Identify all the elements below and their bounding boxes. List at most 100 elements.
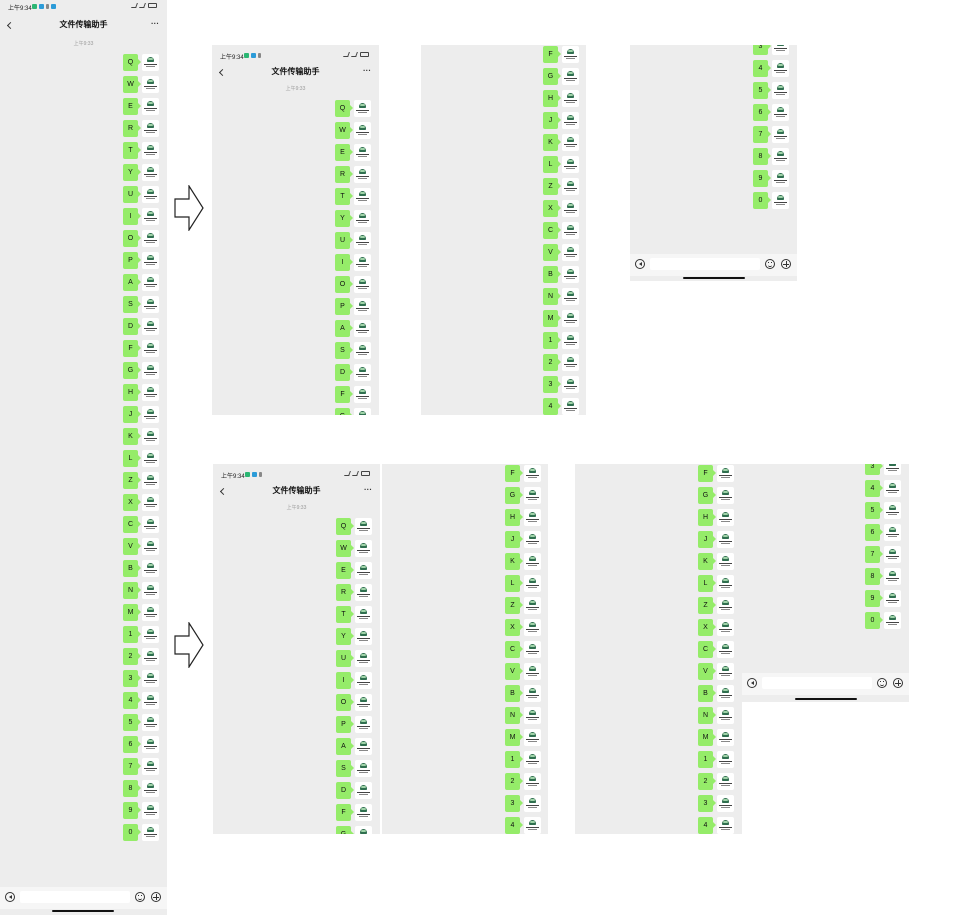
voice-icon[interactable] [635,259,645,269]
avatar-icon[interactable] [884,464,901,475]
avatar-icon[interactable] [142,604,159,621]
avatar-icon[interactable] [717,663,734,680]
message-bubble[interactable]: O [336,694,354,711]
avatar-icon[interactable] [142,406,159,423]
message-bubble[interactable]: 9 [753,170,771,187]
message-bubble[interactable]: G [335,408,353,415]
avatar-icon[interactable] [717,509,734,526]
avatar-icon[interactable] [142,208,159,225]
avatar-icon[interactable] [142,780,159,797]
message-bubble[interactable]: X [505,619,523,636]
avatar-icon[interactable] [355,650,372,667]
message-bubble[interactable]: N [505,707,523,724]
message-bubble[interactable]: U [335,232,353,249]
avatar-icon[interactable] [562,90,579,107]
message-bubble[interactable]: H [123,384,141,401]
avatar-icon[interactable] [524,729,541,746]
message-bubble[interactable]: J [123,406,141,423]
avatar-icon[interactable] [355,628,372,645]
message-bubble[interactable]: D [336,782,354,799]
avatar-icon[interactable] [562,266,579,283]
avatar-icon[interactable] [355,826,372,834]
message-bubble[interactable]: E [335,144,353,161]
message-bubble[interactable]: 6 [123,736,141,753]
avatar-icon[interactable] [355,782,372,799]
avatar-icon[interactable] [772,60,789,77]
message-bubble[interactable]: Z [698,597,716,614]
avatar-icon[interactable] [142,692,159,709]
avatar-icon[interactable] [524,553,541,570]
message-bubble[interactable]: 0 [753,192,771,209]
avatar-icon[interactable] [717,641,734,658]
message-bubble[interactable]: P [335,298,353,315]
message-bubble[interactable]: 6 [753,104,771,121]
message-bubble[interactable]: 8 [123,780,141,797]
message-bubble[interactable]: 5 [753,82,771,99]
message-bubble[interactable]: 1 [543,332,561,349]
avatar-icon[interactable] [884,568,901,585]
avatar-icon[interactable] [717,465,734,482]
avatar-icon[interactable] [354,232,371,249]
avatar-icon[interactable] [524,663,541,680]
avatar-icon[interactable] [142,450,159,467]
avatar-icon[interactable] [354,408,371,415]
avatar-icon[interactable] [562,288,579,305]
message-bubble[interactable]: G [505,487,523,504]
back-chevron-icon[interactable] [6,21,15,30]
message-bubble[interactable]: Z [505,597,523,614]
message-bubble[interactable]: V [543,244,561,261]
message-bubble[interactable]: W [336,540,354,557]
message-bubble[interactable]: M [543,310,561,327]
avatar-icon[interactable] [562,134,579,151]
message-bubble[interactable]: O [123,230,141,247]
avatar-icon[interactable] [142,384,159,401]
message-bubble[interactable]: N [123,582,141,599]
message-input[interactable] [20,891,130,903]
plus-icon[interactable] [151,892,161,902]
message-bubble[interactable]: X [698,619,716,636]
message-bubble[interactable]: 3 [698,795,716,812]
message-bubble[interactable]: 2 [543,354,561,371]
avatar-icon[interactable] [142,824,159,841]
avatar-icon[interactable] [142,186,159,203]
message-bubble[interactable]: 9 [865,590,883,607]
message-input[interactable] [762,677,872,689]
avatar-icon[interactable] [562,222,579,239]
message-bubble[interactable]: L [123,450,141,467]
avatar-icon[interactable] [142,494,159,511]
avatar-icon[interactable] [354,254,371,271]
avatar-icon[interactable] [524,509,541,526]
message-bubble[interactable]: F [123,340,141,357]
avatar-icon[interactable] [142,736,159,753]
avatar-icon[interactable] [142,230,159,247]
plus-icon[interactable] [893,678,903,688]
avatar-icon[interactable] [354,166,371,183]
avatar-icon[interactable] [717,685,734,702]
message-bubble[interactable]: 5 [865,502,883,519]
avatar-icon[interactable] [142,274,159,291]
message-bubble[interactable]: F [335,386,353,403]
avatar-icon[interactable] [562,376,579,393]
emoji-icon[interactable] [135,892,145,902]
message-bubble[interactable]: K [123,428,141,445]
avatar-icon[interactable] [562,112,579,129]
message-bubble[interactable]: 7 [123,758,141,775]
message-bubble[interactable]: K [698,553,716,570]
avatar-icon[interactable] [354,188,371,205]
message-bubble[interactable]: 0 [865,612,883,629]
message-bubble[interactable]: D [335,364,353,381]
avatar-icon[interactable] [355,518,372,535]
avatar-icon[interactable] [717,575,734,592]
message-bubble[interactable]: B [543,266,561,283]
avatar-icon[interactable] [142,142,159,159]
message-bubble[interactable]: J [543,112,561,129]
avatar-icon[interactable] [524,487,541,504]
avatar-icon[interactable] [355,584,372,601]
avatar-icon[interactable] [524,707,541,724]
message-bubble[interactable]: B [698,685,716,702]
message-bubble[interactable]: 4 [698,817,716,834]
message-bubble[interactable]: G [543,68,561,85]
avatar-icon[interactable] [717,729,734,746]
message-bubble[interactable]: R [123,120,141,137]
message-bubble[interactable]: F [505,465,523,482]
